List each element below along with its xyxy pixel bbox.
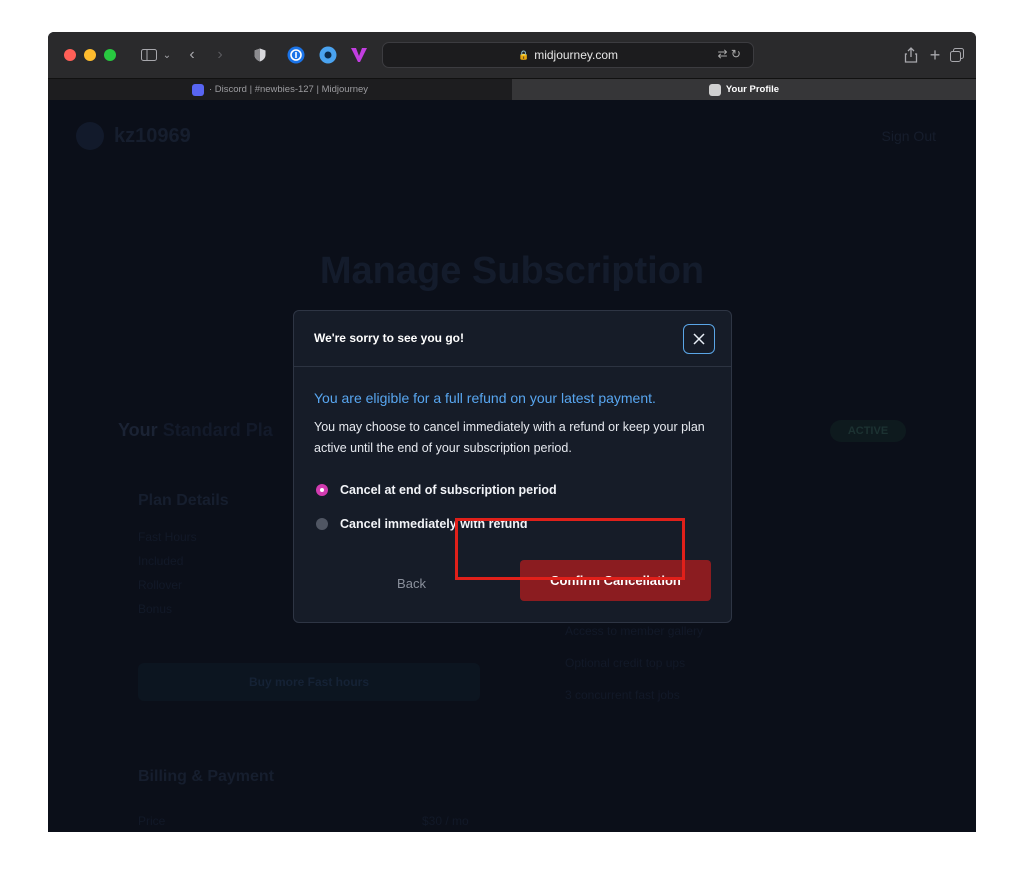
- tab-bar: · Discord | #newbies-127 | Midjourney Yo…: [48, 78, 976, 100]
- price-value: $30 / mo: [422, 814, 469, 828]
- price-label: Price: [138, 814, 166, 828]
- browser-window: ⌄ ‹ › 🔒 midjourney.com ⇄ ↻ + · Discord |…: [48, 32, 976, 832]
- chevron-down-icon[interactable]: ⌄: [160, 32, 174, 78]
- minimize-window-button[interactable]: [84, 49, 96, 61]
- extension-icon[interactable]: [318, 32, 338, 78]
- feature-item: 3 concurrent fast jobs: [565, 688, 680, 702]
- plan-row: Included: [138, 554, 184, 568]
- tab-label: Your Profile: [725, 84, 780, 95]
- plan-row: Bonus: [138, 602, 173, 616]
- option-cancel-immediately[interactable]: Cancel immediately with refund: [316, 517, 528, 531]
- tab-label: · Discord | #newbies-127 | Midjourney: [208, 84, 369, 95]
- plan-row: Fast Hours: [138, 530, 197, 544]
- plan-details-heading: Plan Details: [138, 492, 229, 509]
- plan-heading-prefix: Your: [118, 420, 158, 440]
- forward-nav-icon[interactable]: ›: [212, 32, 228, 78]
- vivid-extension-icon[interactable]: [348, 32, 370, 78]
- maximize-window-button[interactable]: [104, 49, 116, 61]
- back-nav-icon[interactable]: ‹: [184, 32, 200, 78]
- browser-toolbar: ⌄ ‹ › 🔒 midjourney.com ⇄ ↻ +: [48, 32, 976, 78]
- sidebar-icon[interactable]: [138, 32, 160, 78]
- cancel-subscription-modal: We're sorry to see you go! You are eligi…: [293, 310, 732, 623]
- modal-header: We're sorry to see you go!: [294, 311, 731, 367]
- option-label: Cancel immediately with refund: [340, 517, 528, 531]
- shield-icon[interactable]: [252, 32, 268, 78]
- close-icon: [693, 333, 705, 345]
- window-controls: [64, 49, 116, 61]
- password-manager-icon[interactable]: [286, 32, 306, 78]
- plan-row: Rollover: [138, 578, 183, 592]
- page-title: Manage Subscription: [319, 250, 705, 292]
- user-header: kz10969: [76, 122, 191, 150]
- billing-heading: Billing & Payment: [138, 768, 275, 785]
- avatar: [76, 122, 104, 150]
- status-badge: ACTIVE: [830, 420, 906, 442]
- close-window-button[interactable]: [64, 49, 76, 61]
- refund-eligibility-text: You are eligible for a full refund on yo…: [314, 390, 656, 406]
- radio-checked[interactable]: [316, 484, 328, 496]
- option-label: Cancel at end of subscription period: [340, 483, 557, 497]
- close-modal-button[interactable]: [683, 324, 715, 354]
- tab-overview-icon[interactable]: [948, 32, 966, 78]
- discord-icon: [191, 83, 204, 96]
- feature-item: Access to member gallery: [565, 624, 704, 638]
- confirm-cancellation-button[interactable]: Confirm Cancellation: [520, 560, 711, 601]
- back-button[interactable]: Back: [364, 569, 459, 597]
- tab-discord[interactable]: · Discord | #newbies-127 | Midjourney: [48, 79, 512, 100]
- page-content: kz10969 Sign Out Manage Subscription You…: [48, 100, 976, 832]
- option-cancel-end-of-period[interactable]: Cancel at end of subscription period: [316, 483, 557, 497]
- sign-out-link[interactable]: Sign Out: [882, 128, 936, 144]
- tab-your-profile[interactable]: Your Profile: [512, 79, 976, 100]
- username: kz10969: [114, 124, 191, 147]
- address-bar[interactable]: 🔒 midjourney.com ⇄ ↻: [382, 42, 754, 68]
- modal-description: You may choose to cancel immediately wit…: [314, 420, 705, 455]
- lock-icon: 🔒: [517, 49, 530, 60]
- url-text: midjourney.com: [534, 48, 619, 62]
- midjourney-icon: [708, 83, 721, 96]
- buy-fast-hours-button[interactable]: Buy more Fast hours: [138, 663, 480, 701]
- new-tab-icon[interactable]: +: [926, 32, 944, 78]
- radio-unchecked[interactable]: [316, 518, 328, 530]
- feature-item: Optional credit top ups: [565, 656, 686, 670]
- plan-heading: Your Standard Pla: [118, 420, 273, 441]
- translate-reload-icon[interactable]: ⇄ ↻: [718, 47, 741, 61]
- share-icon[interactable]: [902, 32, 920, 78]
- modal-title: We're sorry to see you go!: [314, 331, 465, 345]
- plan-heading-name: Standard Pla: [162, 420, 273, 440]
